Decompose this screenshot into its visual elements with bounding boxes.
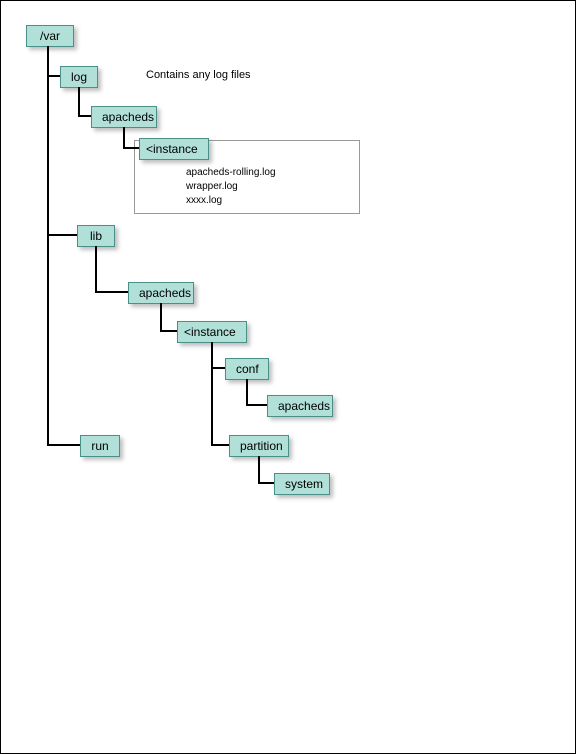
- line: [47, 76, 49, 444]
- line: [123, 147, 139, 149]
- line: [211, 444, 229, 446]
- line: [95, 246, 97, 292]
- node-system: system: [274, 473, 330, 495]
- log-file-3: xxxx.log: [186, 195, 222, 206]
- line: [246, 379, 248, 405]
- line: [258, 456, 260, 483]
- line: [246, 404, 267, 406]
- node-partition: partition: [229, 435, 289, 457]
- node-lib-apacheds: apacheds: [128, 282, 194, 304]
- node-log: log: [60, 66, 98, 88]
- line: [211, 342, 213, 445]
- line: [47, 46, 49, 76]
- node-conf-apacheds: apacheds: [267, 395, 333, 417]
- log-note: Contains any log files: [146, 69, 251, 81]
- log-file-2: wrapper.log: [186, 181, 238, 192]
- line: [258, 482, 274, 484]
- line: [47, 444, 80, 446]
- node-log-instance: <instance: [139, 138, 209, 160]
- log-file-1: apacheds-rolling.log: [186, 167, 276, 178]
- node-var: /var: [26, 25, 74, 47]
- node-lib: lib: [77, 225, 115, 247]
- line: [47, 234, 77, 236]
- line: [160, 330, 177, 332]
- line: [211, 367, 225, 369]
- node-lib-instance: <instance: [177, 321, 247, 343]
- line: [123, 127, 125, 148]
- line: [160, 303, 162, 331]
- diagram-frame: /var log Contains any log files apacheds…: [0, 0, 576, 754]
- node-conf: conf: [225, 358, 269, 380]
- node-log-apacheds: apacheds: [91, 106, 157, 128]
- line: [95, 291, 128, 293]
- line: [78, 115, 91, 117]
- node-run: run: [80, 435, 120, 457]
- line: [78, 87, 80, 116]
